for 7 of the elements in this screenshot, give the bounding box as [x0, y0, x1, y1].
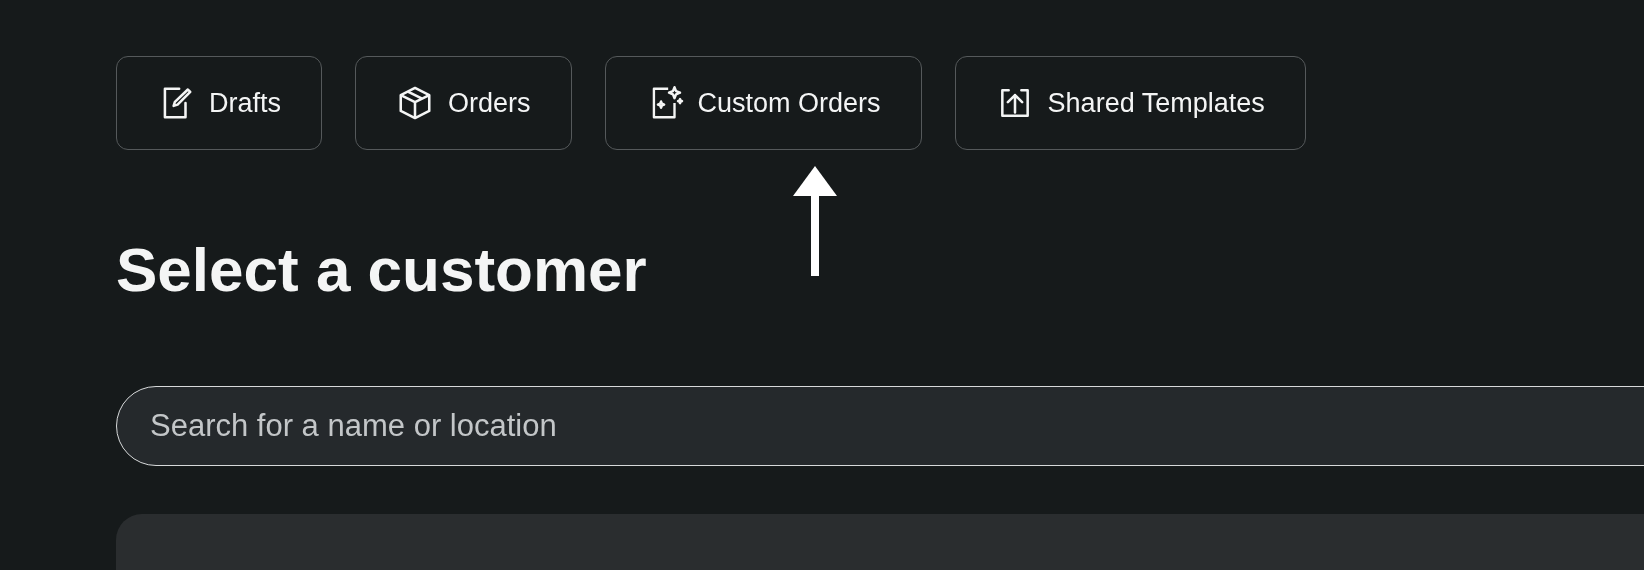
nav-button[interactable]: Shared Templates	[954, 56, 1306, 150]
nav-button[interactable]: Custom Orders	[604, 56, 922, 150]
nav-button[interactable]: Drafts	[116, 56, 322, 150]
search-field[interactable]: Search for a name or location	[116, 386, 1644, 466]
box-icon	[396, 84, 434, 122]
nav-button[interactable]: Orders	[355, 56, 572, 150]
page-heading: Select a customer	[116, 234, 648, 306]
